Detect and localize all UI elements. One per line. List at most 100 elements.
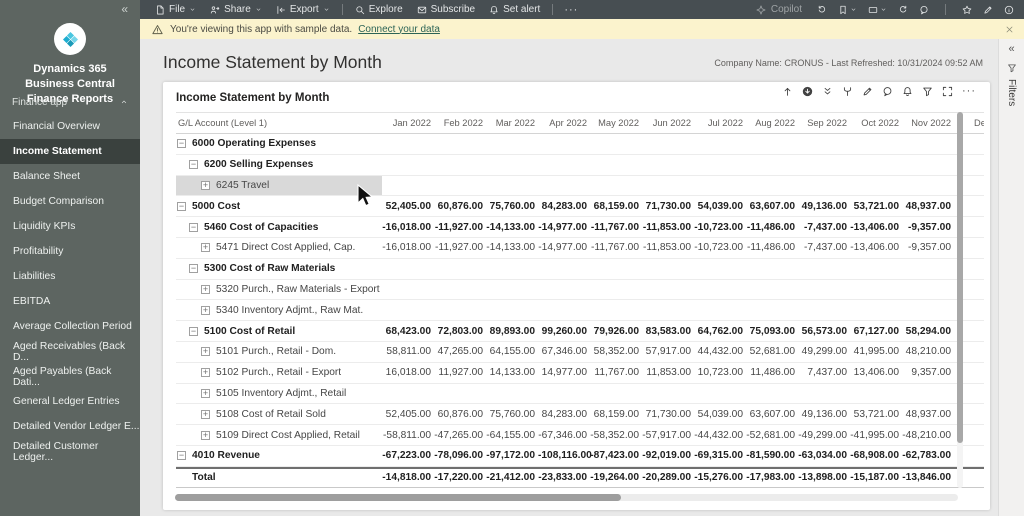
matrix-row[interactable]: +5102 Purch., Retail - Export16,018.0011… <box>176 363 984 384</box>
matrix-row[interactable]: −5100 Cost of Retail68,423.0072,803.0089… <box>176 321 984 342</box>
expand-row-icon[interactable]: + <box>201 368 210 377</box>
expand-row-icon[interactable]: + <box>201 243 210 252</box>
collapse-row-icon[interactable]: − <box>189 264 198 273</box>
expand-row-icon[interactable]: + <box>201 306 210 315</box>
row-header-cell[interactable]: −5100 Cost of Retail <box>176 321 382 341</box>
sidebar-item[interactable]: Financial Overview <box>0 114 140 139</box>
subscribe-button[interactable]: Subscribe <box>410 0 482 19</box>
horizontal-scrollbar[interactable] <box>175 494 958 501</box>
drill-up-icon[interactable] <box>782 86 793 97</box>
row-header-cell[interactable]: +5471 Direct Cost Applied, Cap. <box>176 238 382 258</box>
row-header-cell[interactable]: +5108 Cost of Retail Sold <box>176 404 382 424</box>
collapse-row-icon[interactable]: − <box>177 451 186 460</box>
collapse-row-icon[interactable]: − <box>189 223 198 232</box>
column-header[interactable]: Dec 2022 <box>970 118 984 128</box>
sidebar-section-finance-app[interactable]: Finance app <box>0 92 140 112</box>
expand-row-icon[interactable]: + <box>201 347 210 356</box>
refresh-icon[interactable] <box>898 5 908 15</box>
expand-row-icon[interactable]: + <box>201 285 210 294</box>
matrix-row[interactable]: +5320 Purch., Raw Materials - Export <box>176 280 984 301</box>
sidebar-item[interactable]: Liquidity KPIs <box>0 214 140 239</box>
go-to-next-level-icon[interactable] <box>822 86 833 97</box>
expand-filters-pane-icon[interactable]: « <box>999 43 1024 55</box>
collapse-row-icon[interactable]: − <box>177 139 186 148</box>
row-header-cell[interactable]: −5000 Cost <box>176 196 382 216</box>
matrix-row[interactable]: Total-14,818.00-17,220.00-21,412.00-23,8… <box>176 467 984 488</box>
column-header[interactable]: Mar 2022 <box>486 118 538 128</box>
collapse-row-icon[interactable]: − <box>189 327 198 336</box>
row-header-cell[interactable]: +6245 Travel <box>176 176 382 196</box>
sidebar-item[interactable]: Detailed Vendor Ledger E... <box>0 414 140 439</box>
set-alert-icon[interactable] <box>902 86 913 97</box>
reset-to-default-icon[interactable] <box>817 5 827 15</box>
matrix-row[interactable]: −5460 Cost of Capacities-16,018.00-11,92… <box>176 217 984 238</box>
expand-row-icon[interactable]: + <box>201 410 210 419</box>
collapse-row-icon[interactable]: − <box>177 202 186 211</box>
row-header-cell[interactable]: +5340 Inventory Adjmt., Raw Mat. <box>176 300 382 320</box>
matrix-row[interactable]: −6200 Selling Expenses <box>176 155 984 176</box>
export-menu-button[interactable]: Export <box>269 0 337 19</box>
matrix-row[interactable]: −5000 Cost52,405.0060,876.0075,760.0084,… <box>176 196 984 217</box>
row-header-cell[interactable]: +5101 Purch., Retail - Dom. <box>176 342 382 362</box>
matrix-row[interactable]: +6245 Travel <box>176 176 984 197</box>
matrix-row-header-label[interactable]: G/L Account (Level 1) <box>176 113 382 133</box>
row-header-cell[interactable]: Total <box>176 469 382 487</box>
edit-icon[interactable] <box>983 5 993 15</box>
sidebar-item[interactable]: Detailed Customer Ledger... <box>0 439 140 464</box>
matrix-row[interactable]: +5108 Cost of Retail Sold52,405.0060,876… <box>176 404 984 425</box>
column-header[interactable]: Sep 2022 <box>798 118 850 128</box>
column-header[interactable]: Nov 2022 <box>902 118 954 128</box>
bookmarks-button[interactable] <box>838 5 857 15</box>
vertical-scrollbar[interactable] <box>957 112 963 488</box>
matrix-row[interactable]: −4010 Revenue-67,223.00-78,096.00-97,172… <box>176 446 984 467</box>
collapse-row-icon[interactable]: − <box>189 160 198 169</box>
visual-more-options-icon[interactable]: ··· <box>962 86 976 97</box>
sidebar-item[interactable]: Aged Payables (Back Dati... <box>0 364 140 389</box>
focus-mode-icon[interactable] <box>942 86 953 97</box>
row-header-cell[interactable]: +5102 Purch., Retail - Export <box>176 363 382 383</box>
banner-close-icon[interactable] <box>1005 25 1014 34</box>
personalize-visual-icon[interactable] <box>862 86 873 97</box>
explore-button[interactable]: Explore <box>348 0 410 19</box>
row-header-cell[interactable]: −5300 Cost of Raw Materials <box>176 259 382 279</box>
expand-row-icon[interactable]: + <box>201 431 210 440</box>
matrix-row[interactable]: +5101 Purch., Retail - Dom.58,811.0047,2… <box>176 342 984 363</box>
copilot-button[interactable]: Copilot <box>752 0 806 19</box>
drill-down-icon[interactable] <box>802 86 813 97</box>
expand-row-icon[interactable]: + <box>201 389 210 398</box>
row-header-cell[interactable]: −6200 Selling Expenses <box>176 155 382 175</box>
row-header-cell[interactable]: −5460 Cost of Capacities <box>176 217 382 237</box>
sidebar-item[interactable]: Average Collection Period <box>0 314 140 339</box>
sidebar-item[interactable]: Aged Receivables (Back D... <box>0 339 140 364</box>
view-button[interactable] <box>868 5 887 15</box>
column-header[interactable]: Apr 2022 <box>538 118 590 128</box>
connect-your-data-link[interactable]: Connect your data <box>358 24 440 35</box>
column-header[interactable]: Feb 2022 <box>434 118 486 128</box>
sidebar-item[interactable]: EBITDA <box>0 289 140 314</box>
info-icon[interactable] <box>1004 5 1014 15</box>
sidebar-item[interactable]: General Ledger Entries <box>0 389 140 414</box>
row-header-cell[interactable]: +5109 Direct Cost Applied, Retail <box>176 425 382 445</box>
column-header[interactable]: May 2022 <box>590 118 642 128</box>
row-header-cell[interactable]: −6000 Operating Expenses <box>176 134 382 154</box>
expand-row-icon[interactable]: + <box>201 181 210 190</box>
filters-applied-icon[interactable] <box>922 86 933 97</box>
expand-all-icon[interactable] <box>842 86 853 97</box>
sidebar-item[interactable]: Income Statement <box>0 139 140 164</box>
matrix-row[interactable]: +5471 Direct Cost Applied, Cap.-16,018.0… <box>176 238 984 259</box>
file-menu-button[interactable]: File <box>148 0 203 19</box>
matrix-row[interactable]: +5105 Inventory Adjmt., Retail <box>176 384 984 405</box>
favorite-star-icon[interactable] <box>962 5 972 15</box>
comments-icon[interactable] <box>919 5 929 15</box>
sidebar-item[interactable]: Balance Sheet <box>0 164 140 189</box>
column-header[interactable]: Jul 2022 <box>694 118 746 128</box>
row-header-cell[interactable]: +5320 Purch., Raw Materials - Export <box>176 280 382 300</box>
column-header[interactable]: Aug 2022 <box>746 118 798 128</box>
row-header-cell[interactable]: +5105 Inventory Adjmt., Retail <box>176 384 382 404</box>
horizontal-scrollbar-thumb[interactable] <box>175 494 621 501</box>
matrix-row[interactable]: +5340 Inventory Adjmt., Raw Mat. <box>176 300 984 321</box>
matrix-row[interactable]: +5109 Direct Cost Applied, Retail-58,811… <box>176 425 984 446</box>
column-header[interactable]: Jun 2022 <box>642 118 694 128</box>
topbar-more-options-icon[interactable]: ··· <box>558 4 584 16</box>
row-header-cell[interactable]: −4010 Revenue <box>176 446 382 466</box>
